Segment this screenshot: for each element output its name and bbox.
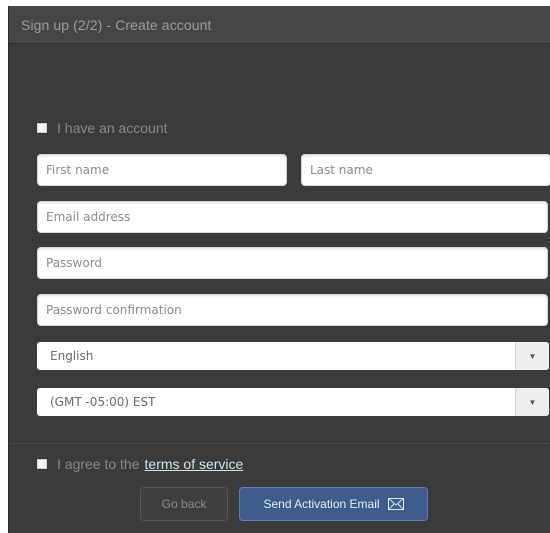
first-name-input[interactable] — [38, 155, 286, 185]
terms-of-service-link[interactable]: terms of service — [145, 456, 244, 472]
password-field[interactable] — [37, 247, 548, 279]
have-account-checkbox[interactable] — [37, 123, 47, 133]
terms-label: I agree to the — [57, 456, 140, 472]
send-activation-email-label: Send Activation Email — [263, 497, 380, 511]
dialog-title: Sign up (2/2) - Create account — [21, 17, 212, 33]
last-name-input[interactable] — [302, 155, 550, 185]
first-name-field[interactable] — [37, 154, 287, 186]
terms-row[interactable]: I agree to the terms of service — [37, 456, 243, 472]
password-confirmation-input[interactable] — [38, 295, 547, 325]
timezone-select[interactable]: (GMT -05:00) EST ▼ — [37, 388, 549, 416]
envelope-icon — [387, 498, 404, 510]
language-select[interactable]: English ▼ — [37, 342, 549, 370]
go-back-button[interactable]: Go back — [140, 487, 228, 521]
signup-dialog: Sign up (2/2) - Create account I have an… — [8, 6, 550, 533]
language-value: English — [50, 349, 94, 363]
dialog-title-bar: Sign up (2/2) - Create account — [9, 6, 550, 44]
have-account-label: I have an account — [57, 120, 168, 136]
email-input[interactable] — [38, 202, 547, 232]
timezone-value: (GMT -05:00) EST — [50, 395, 156, 409]
email-field[interactable] — [37, 201, 548, 233]
password-confirmation-field[interactable] — [37, 294, 548, 326]
terms-checkbox[interactable] — [37, 459, 47, 469]
have-account-row[interactable]: I have an account — [37, 120, 168, 136]
password-input[interactable] — [38, 248, 547, 278]
caret-down-icon[interactable]: ▼ — [515, 342, 549, 370]
divider — [9, 443, 550, 444]
caret-down-icon[interactable]: ▼ — [515, 388, 549, 416]
go-back-label: Go back — [161, 497, 207, 511]
send-activation-email-button[interactable]: Send Activation Email — [239, 487, 428, 521]
last-name-field[interactable] — [301, 154, 550, 186]
